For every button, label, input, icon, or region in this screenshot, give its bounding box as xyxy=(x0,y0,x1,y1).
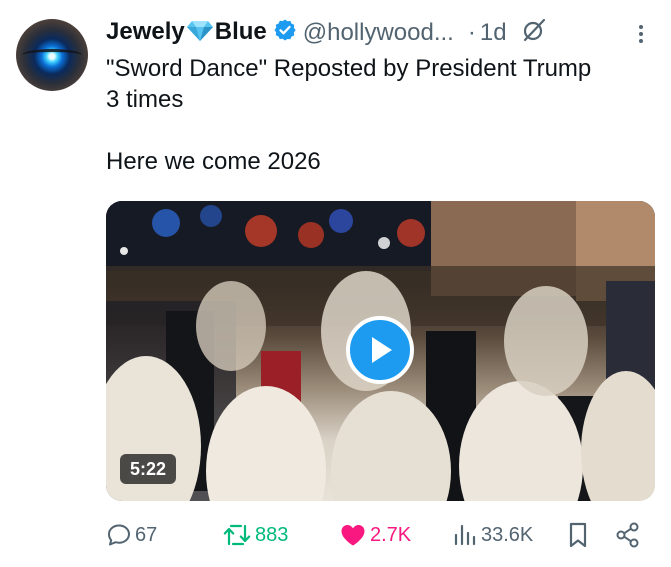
reply-icon xyxy=(108,524,130,546)
views-count: 33.6K xyxy=(481,523,534,546)
verified-badge-icon xyxy=(273,18,297,49)
timestamp[interactable]: 1d xyxy=(480,19,507,47)
repost-button[interactable]: 883 xyxy=(222,518,288,552)
avatar-eye-lash xyxy=(22,49,82,61)
share-icon xyxy=(616,522,639,548)
video-duration-badge: 5:22 xyxy=(120,454,177,484)
repost-count: 883 xyxy=(255,523,289,546)
avatar[interactable] xyxy=(16,19,88,91)
tweet-text-line-1: "Sword Dance" Reposted by President Trum… xyxy=(106,55,592,82)
share-button[interactable] xyxy=(614,518,645,552)
author-name-part1: Jewely xyxy=(106,17,185,45)
reply-count: 67 xyxy=(135,523,158,546)
tweet-text: "Sword Dance" Reposted by President Trum… xyxy=(106,53,666,177)
tweet-text-spacer xyxy=(106,115,666,146)
author-name[interactable]: Jewely Blue xyxy=(106,18,267,49)
views-icon xyxy=(454,524,476,546)
heart-icon xyxy=(341,525,365,546)
bookmark-button[interactable] xyxy=(567,518,592,552)
action-bar: 67 883 2.7K 33.6K xyxy=(0,518,671,552)
video-player[interactable]: 5:22 xyxy=(106,201,655,501)
views-button[interactable]: 33.6K xyxy=(452,518,533,552)
more-icon[interactable] xyxy=(634,22,648,53)
tweet-text-line-3: Here we come 2026 xyxy=(106,148,321,175)
author-name-part2: Blue xyxy=(214,17,267,45)
reply-button[interactable]: 67 xyxy=(106,518,157,552)
author-handle[interactable]: @hollywood... xyxy=(303,19,454,47)
like-count: 2.7K xyxy=(370,523,412,546)
grok-icon[interactable] xyxy=(521,17,547,50)
tweet[interactable]: Jewely Blue @hollywood... · 1d "Sword Dan… xyxy=(0,0,671,567)
tweet-header: Jewely Blue @hollywood... · 1d xyxy=(106,16,547,50)
like-button[interactable]: 2.7K xyxy=(339,518,411,552)
gem-icon xyxy=(186,20,214,49)
repost-icon xyxy=(223,524,251,546)
play-button[interactable] xyxy=(346,316,414,384)
separator-dot: · xyxy=(467,19,476,46)
play-icon xyxy=(372,337,392,363)
tweet-text-line-2: 3 times xyxy=(106,86,184,113)
bookmark-icon xyxy=(569,522,587,548)
